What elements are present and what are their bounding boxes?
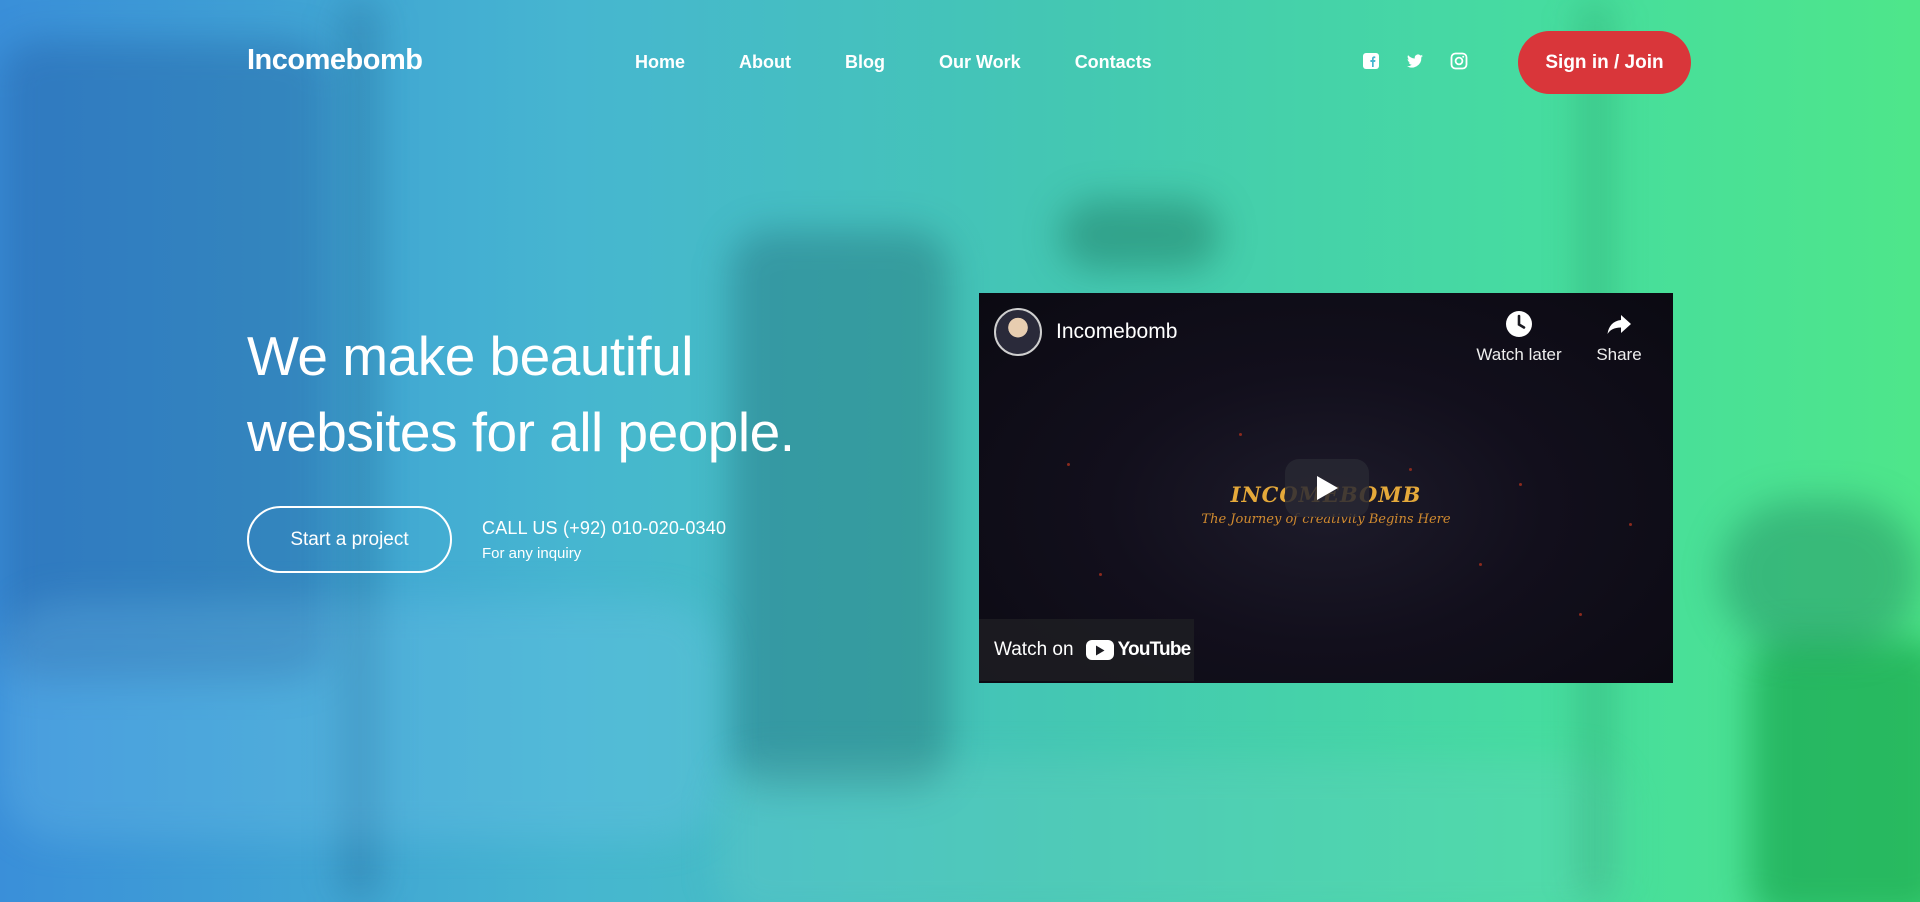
facebook-icon[interactable] — [1362, 52, 1380, 70]
youtube-play-icon — [1085, 640, 1114, 660]
play-button[interactable] — [1285, 459, 1369, 517]
twitter-icon[interactable] — [1406, 52, 1424, 70]
hero-title-line1: We make beautiful — [247, 325, 694, 387]
youtube-logo: YouTube — [1085, 639, 1192, 661]
channel-avatar[interactable] — [994, 308, 1042, 356]
start-project-button[interactable]: Start a project — [247, 506, 452, 573]
play-icon — [1317, 476, 1338, 500]
watch-on-youtube-button[interactable]: Watch on YouTube — [979, 619, 1194, 681]
instagram-icon[interactable] — [1450, 52, 1468, 70]
signin-button[interactable]: Sign in / Join — [1518, 31, 1691, 94]
main-nav: Home About Blog Our Work Contacts — [635, 52, 1206, 73]
share-button[interactable]: Share — [1589, 309, 1649, 365]
hero-title-line2: websites for all people. — [247, 401, 795, 463]
nav-blog[interactable]: Blog — [845, 52, 885, 73]
clock-icon — [1504, 309, 1534, 339]
share-label: Share — [1596, 345, 1642, 364]
contact-info: CALL US (+92) 010-020-0340 For any inqui… — [482, 518, 726, 562]
nav-home[interactable]: Home — [635, 52, 685, 73]
site-logo[interactable]: Incomebomb — [247, 44, 423, 77]
social-links — [1362, 52, 1468, 70]
watch-later-label: Watch later — [1476, 345, 1562, 364]
watch-later-button[interactable]: Watch later — [1471, 309, 1567, 365]
watch-on-label: Watch on — [994, 639, 1074, 660]
phone-number[interactable]: CALL US (+92) 010-020-0340 — [482, 518, 726, 539]
video-channel[interactable]: Incomebomb — [994, 308, 1177, 356]
share-icon — [1604, 309, 1634, 339]
channel-name[interactable]: Incomebomb — [1056, 320, 1177, 344]
site-header: Incomebomb Home About Blog Our Work Cont… — [0, 0, 1920, 124]
nav-contacts[interactable]: Contacts — [1075, 52, 1152, 73]
youtube-wordmark: YouTube — [1117, 639, 1192, 660]
nav-about[interactable]: About — [739, 52, 791, 73]
hero-title: We make beautiful websites for all peopl… — [247, 318, 887, 470]
youtube-video-embed[interactable]: Incomebomb Watch later Share INCOMEBOMB … — [979, 293, 1673, 683]
nav-our-work[interactable]: Our Work — [939, 52, 1021, 73]
phone-subtext: For any inquiry — [482, 545, 582, 562]
